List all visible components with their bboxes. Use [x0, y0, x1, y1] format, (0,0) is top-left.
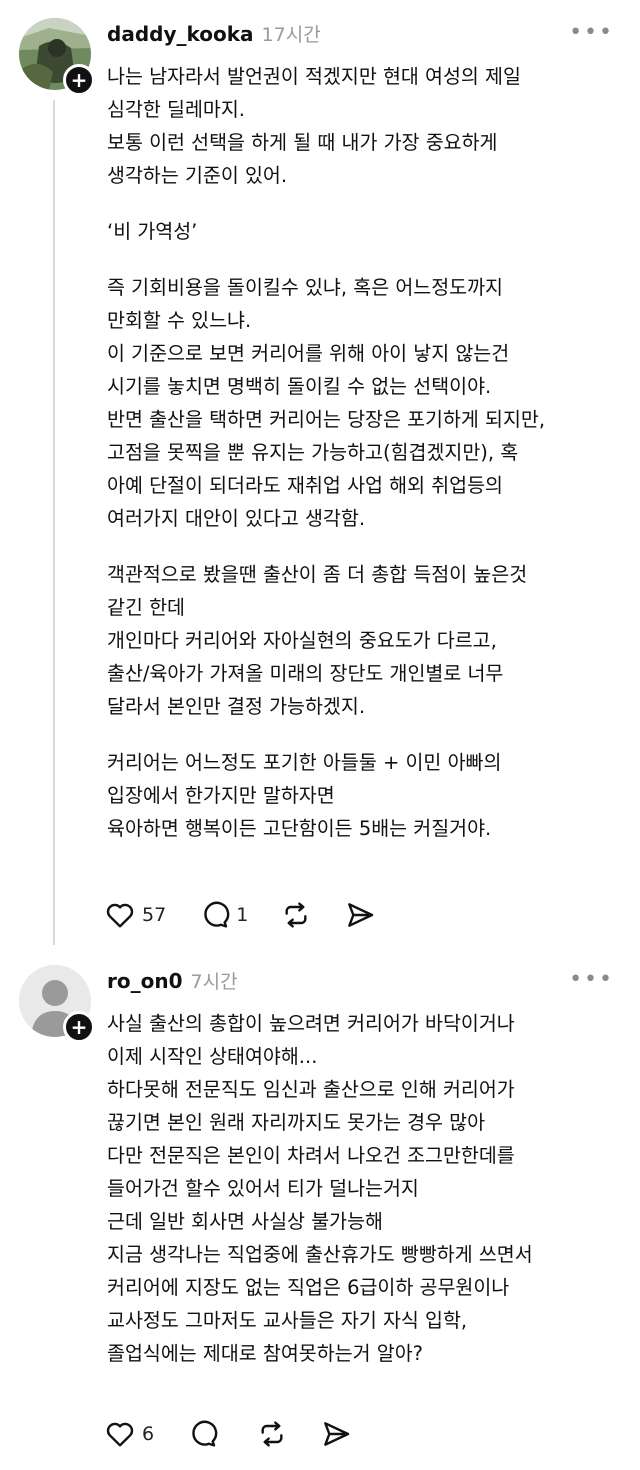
- reply-button[interactable]: [186, 1418, 224, 1450]
- text-line: 이 기준으로 보면 커리어를 위해 아이 낳지 않는건: [107, 342, 510, 365]
- text-line: 육아하면 행복이든 고단함이든 5배는 커질거야.: [107, 817, 492, 840]
- text-line: 커리어는 어느정도 포기한 아들둘 + 이민 아빠의: [107, 751, 502, 774]
- reply-count: 1: [236, 904, 249, 926]
- text-line: 같긴 한데: [107, 596, 185, 619]
- text-line: 입장에서 한가지만 말하자면: [107, 784, 335, 807]
- repost-icon: [285, 902, 307, 928]
- text-line: ‘비 가역성’: [107, 220, 198, 243]
- text-line: 즉 기회비용을 돌이킬수 있냐, 혹은 어느정도까지: [107, 276, 503, 299]
- text-line: 지금 생각나는 직업중에 출산휴가도 빵빵하게 쓰면서: [107, 1243, 533, 1266]
- text-line: 커리어에 지장도 없는 직업은 6급이하 공무원이나: [107, 1276, 510, 1299]
- repost-icon: [261, 1421, 283, 1447]
- text-line: 들어가건 할수 있어서 티가 덜나는거지: [107, 1177, 419, 1200]
- comment-header: ro_on0 7시간: [107, 967, 238, 994]
- text-line: 여러가지 대안이 있다고 생각함.: [107, 507, 366, 530]
- comment-body: 사실 출산의 총합이 높으려면 커리어가 바닥이거나 이제 시작인 상태여야해.…: [107, 1007, 627, 1370]
- action-bar: 57 1: [104, 899, 408, 931]
- text-line: 끊기면 본인 원래 자리까지도 못가는 경우 많아: [107, 1111, 486, 1134]
- share-button[interactable]: [344, 899, 376, 931]
- text-line: 근데 일반 회사면 사실상 불가능해: [107, 1210, 383, 1233]
- text-line: 출산/육아가 가져올 미래의 장단도 개인별로 너무: [107, 662, 504, 685]
- like-button[interactable]: 57: [104, 899, 166, 931]
- more-options-button[interactable]: •••: [569, 967, 614, 992]
- send-icon: [348, 903, 374, 927]
- text-line: 생각하는 기준이 있어.: [107, 164, 288, 187]
- text-line: 아예 단절이 되더라도 재취업 사업 해외 취업등의: [107, 474, 503, 497]
- comment-icon: [192, 1420, 218, 1447]
- text-line: 교사정도 그마저도 교사들은 자기 자식 입학,: [107, 1309, 468, 1332]
- send-icon: [324, 1422, 350, 1446]
- timestamp: 17시간: [261, 24, 321, 46]
- text-line: 객관적으로 봤을땐 출산이 좀 더 총합 득점이 높은것: [107, 563, 528, 586]
- thread-line: [53, 100, 55, 945]
- repost-button[interactable]: [280, 899, 312, 931]
- text-line: 졸업식에는 제대로 참여못하는거 알아?: [107, 1342, 423, 1365]
- text-line: 반면 출산을 택하면 커리어는 당장은 포기하게 되지만,: [107, 408, 546, 431]
- plus-icon: +: [70, 1015, 88, 1039]
- text-line: 심각한 딜레마지.: [107, 98, 245, 121]
- text-line: 사실 출산의 총합이 높으려면 커리어가 바닥이거나: [107, 1012, 515, 1035]
- text-line: 시기를 놓치면 명백히 돌이킬 수 없는 선택이야.: [107, 375, 492, 398]
- text-line: 고점을 못찍을 뿐 유지는 가능하고(힘겹겠지만), 혹: [107, 441, 519, 464]
- text-line: 달라서 본인만 결정 가능하겠지.: [107, 695, 366, 718]
- like-button[interactable]: 6: [104, 1418, 154, 1450]
- more-options-button[interactable]: •••: [569, 20, 614, 45]
- timestamp: 7시간: [190, 971, 238, 993]
- text-line: 보통 이런 선택을 하게 될 때 내가 가장 중요하게: [107, 131, 498, 154]
- text-line: 다만 전문직은 본인이 차려서 나오건 조그만한데를: [107, 1144, 515, 1167]
- username[interactable]: ro_on0: [107, 969, 183, 993]
- text-line: 이제 시작인 상태여야해...: [107, 1045, 318, 1068]
- heart-icon: [106, 903, 134, 928]
- follow-button[interactable]: +: [63, 1011, 95, 1043]
- comment-icon: [204, 901, 230, 928]
- comment-header: daddy_kooka 17시간: [107, 20, 321, 47]
- text-line: 만회할 수 있느냐.: [107, 309, 252, 332]
- reply-button[interactable]: 1: [198, 899, 248, 931]
- plus-icon: +: [70, 68, 88, 92]
- text-line: 나는 남자라서 발언권이 적겠지만 현대 여성의 제일: [107, 65, 521, 88]
- text-line: 하다못해 전문직도 임신과 출산으로 인해 커리어가: [107, 1078, 515, 1101]
- follow-button[interactable]: +: [63, 64, 95, 96]
- heart-icon: [106, 1422, 134, 1447]
- repost-button[interactable]: [256, 1418, 288, 1450]
- like-count: 57: [142, 904, 167, 926]
- action-bar: 6: [104, 1418, 384, 1450]
- text-line: 개인마다 커리어와 자아실현의 중요도가 다르고,: [107, 629, 497, 652]
- username[interactable]: daddy_kooka: [107, 22, 254, 46]
- share-button[interactable]: [320, 1418, 352, 1450]
- comment-body: 나는 남자라서 발언권이 적겠지만 현대 여성의 제일 심각한 딜레마지. 보통…: [107, 60, 627, 845]
- like-count: 6: [142, 1423, 155, 1445]
